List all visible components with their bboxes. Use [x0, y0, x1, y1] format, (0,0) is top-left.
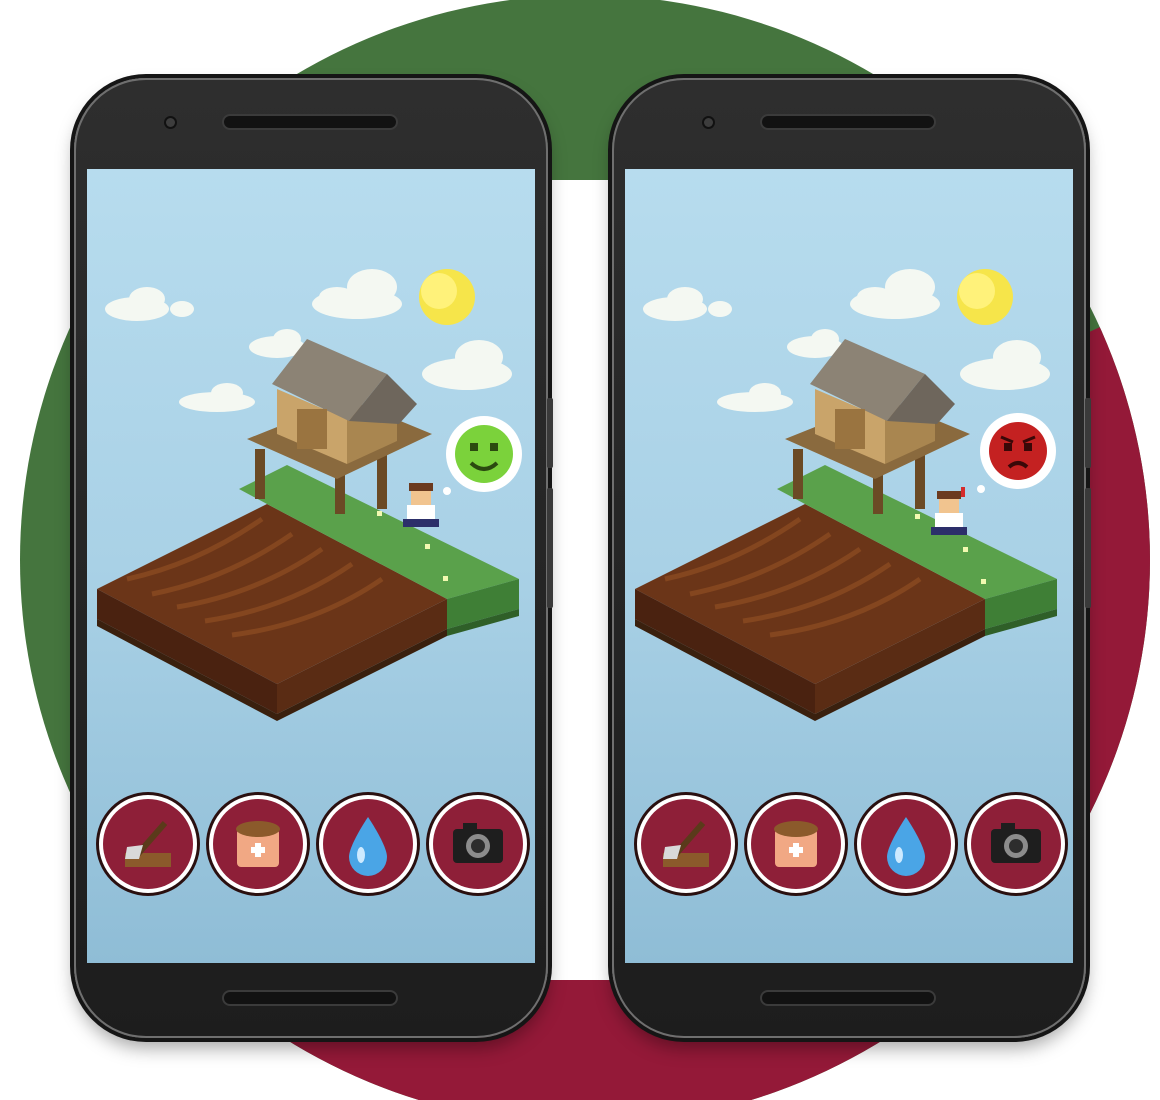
top-speaker — [224, 116, 396, 128]
cloud-icon — [179, 383, 255, 412]
cloud-icon — [960, 340, 1050, 390]
game-screen[interactable] — [625, 169, 1073, 963]
cloud-icon — [643, 287, 732, 321]
phone-left — [74, 78, 553, 1038]
volume-button — [547, 398, 553, 468]
water-button[interactable] — [323, 799, 413, 889]
camera-icon — [453, 823, 503, 863]
toolbar — [97, 799, 527, 899]
power-button — [547, 488, 553, 608]
camera-button[interactable] — [433, 799, 523, 889]
farmer-character — [931, 487, 967, 535]
camera-button[interactable] — [971, 799, 1061, 889]
seed-bag-button[interactable] — [751, 799, 841, 889]
bottom-speaker — [762, 992, 934, 1004]
water-drop-icon — [887, 817, 925, 876]
top-speaker — [762, 116, 934, 128]
water-drop-icon — [349, 817, 387, 876]
front-camera — [704, 118, 713, 127]
hoe-button[interactable] — [641, 799, 731, 889]
front-camera — [166, 118, 175, 127]
hoe-icon — [125, 821, 171, 867]
farm-island — [635, 465, 1057, 721]
seed-bag-icon — [236, 821, 280, 867]
farm-island — [97, 465, 519, 721]
game-screen[interactable] — [87, 169, 535, 963]
power-button — [1085, 488, 1091, 608]
seed-bag-icon — [774, 821, 818, 867]
cloud-icon — [422, 340, 512, 390]
cloud-icon — [312, 269, 402, 319]
sun-icon — [957, 269, 1013, 325]
bottom-speaker — [224, 992, 396, 1004]
toolbar — [635, 799, 1065, 899]
camera-icon — [991, 823, 1041, 863]
volume-button — [1085, 398, 1091, 468]
sun-icon — [419, 269, 475, 325]
hoe-icon — [663, 821, 709, 867]
water-button[interactable] — [861, 799, 951, 889]
seed-bag-button[interactable] — [213, 799, 303, 889]
angry-face-icon — [989, 422, 1047, 480]
cloud-icon — [717, 383, 793, 412]
cloud-icon — [105, 287, 194, 321]
hoe-button[interactable] — [103, 799, 193, 889]
phone-right — [612, 78, 1091, 1038]
happy-face-icon — [455, 425, 513, 483]
cloud-icon — [850, 269, 940, 319]
farmer-character — [403, 483, 439, 527]
